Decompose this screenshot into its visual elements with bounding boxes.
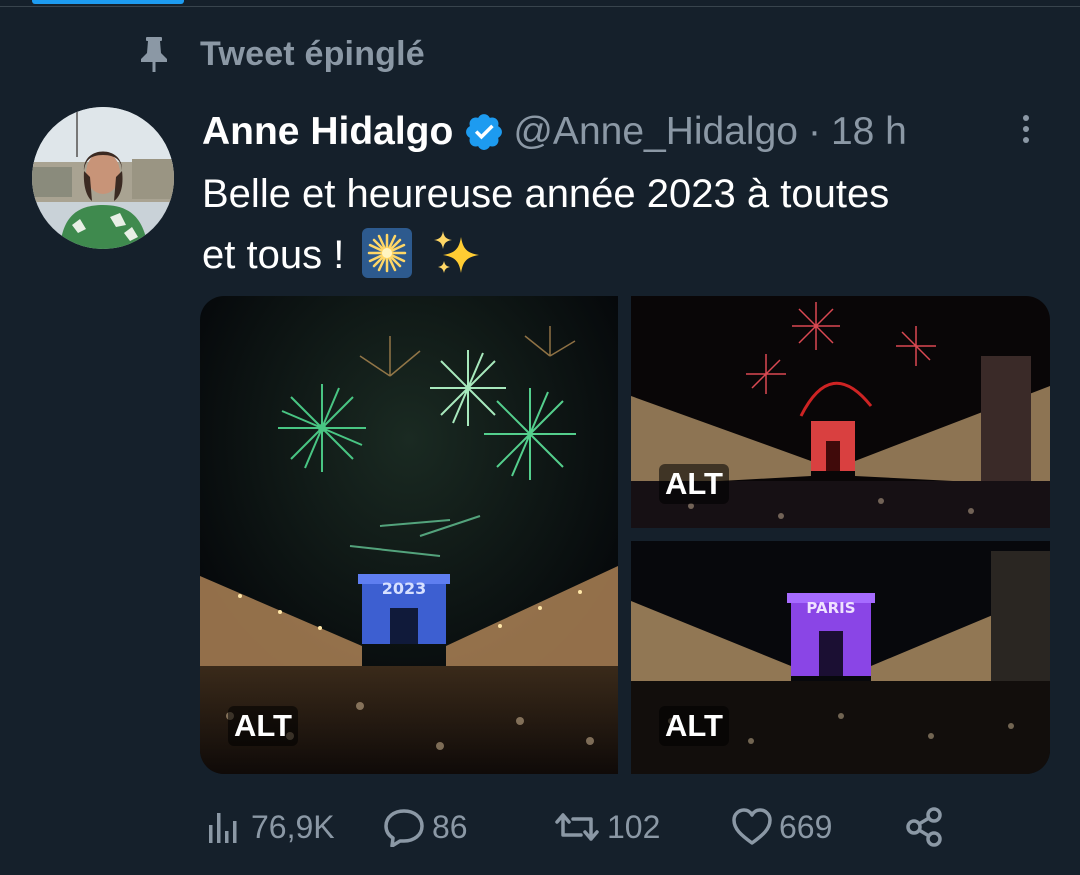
top-divider [0, 0, 1080, 7]
retweet-icon [555, 813, 599, 841]
retweet-count: 102 [607, 808, 661, 845]
views-icon [209, 813, 237, 843]
like-count: 669 [779, 808, 833, 845]
photo-arc-purple[interactable]: PARIS ALT [631, 541, 1050, 774]
pinned-label: Tweet épinglé [138, 34, 425, 74]
alt-badge[interactable]: ALT [659, 464, 729, 504]
sparkler-icon [361, 227, 413, 279]
author-handle[interactable]: @Anne_Hidalgo [513, 110, 798, 154]
sparkles-icon [431, 227, 483, 279]
tweet-text-line-1: Belle et heureuse année 2023 à toutes [202, 172, 890, 216]
views-count: 76,9K [251, 808, 335, 845]
tweet-text-line-2-text: et tous ! [202, 233, 345, 277]
pin-icon [138, 34, 170, 74]
tweet-time[interactable]: 18 h [831, 110, 907, 154]
share-icon [906, 807, 942, 847]
tweet-header: Anne Hidalgo @Anne_Hidalgo · 18 h [202, 106, 907, 158]
author-name[interactable]: Anne Hidalgo [202, 110, 453, 154]
share-action[interactable] [904, 804, 952, 850]
reply-count: 86 [432, 808, 468, 845]
reply-action[interactable]: 86 [382, 804, 468, 850]
active-tab-indicator [32, 0, 184, 4]
retweet-action[interactable]: 102 [553, 804, 660, 850]
more-options-icon[interactable] [1016, 110, 1036, 150]
avatar[interactable] [32, 107, 174, 249]
photo-fireworks-green[interactable]: 2023 ALT [200, 296, 618, 774]
like-action[interactable]: 669 [731, 804, 832, 850]
verified-badge-icon [466, 114, 503, 150]
views-action[interactable]: 76,9K [205, 804, 335, 850]
heart-icon [732, 808, 772, 845]
tweet-text: Belle et heureuse année 2023 à toutes et… [202, 164, 1032, 286]
alt-badge[interactable]: ALT [659, 706, 729, 746]
svg-text:2023: 2023 [382, 579, 427, 598]
tweet-text-line-2: et tous ! [202, 225, 1032, 286]
time-separator: · [807, 110, 821, 153]
svg-text:PARIS: PARIS [806, 599, 855, 617]
alt-badge[interactable]: ALT [228, 706, 298, 746]
reply-icon [384, 809, 424, 847]
media-grid: 2023 ALT ALT PARIS ALT [200, 296, 1050, 774]
pinned-text: Tweet épinglé [200, 34, 425, 73]
photo-fireworks-red[interactable]: ALT [631, 296, 1050, 528]
